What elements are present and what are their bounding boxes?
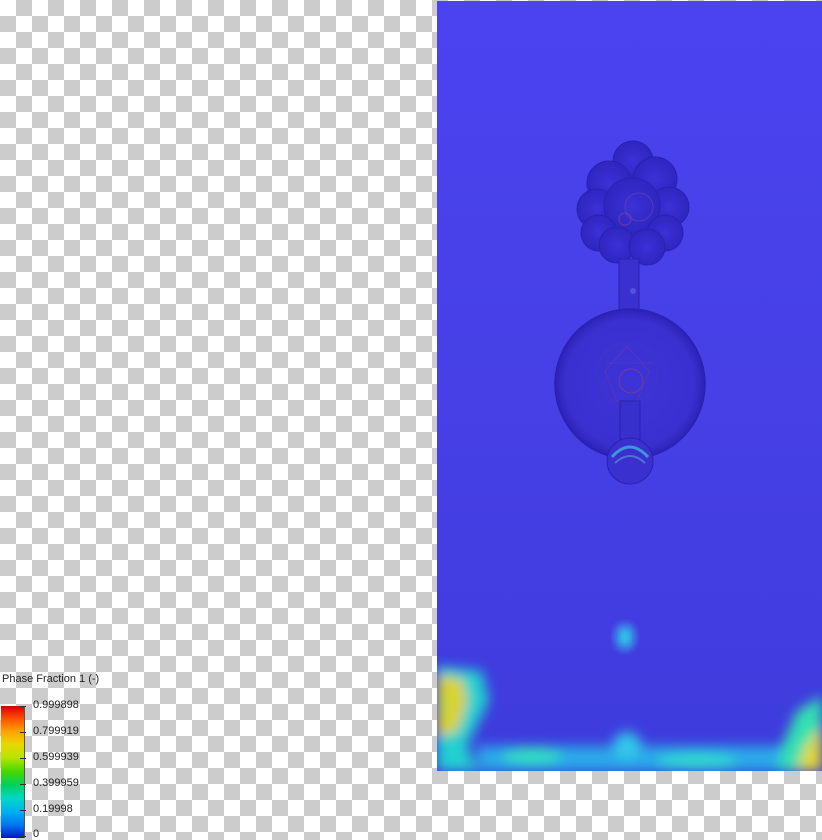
legend-label: 0.399959 (33, 777, 79, 789)
bottom-phase-layer (437, 666, 822, 771)
color-legend: Phase Fraction 1 (-) 0.999898 0.799919 0… (0, 670, 120, 840)
sphere-cluster (576, 140, 690, 266)
simulation-render (437, 140, 822, 771)
legend-tick (20, 758, 26, 759)
legend-label: 0.799919 (33, 725, 79, 737)
legend-label-max: 0.999898 (33, 699, 79, 711)
large-sphere (554, 308, 706, 460)
legend-tick (20, 706, 26, 707)
legend-title: Phase Fraction 1 (-) (2, 673, 100, 685)
legend-tick (20, 810, 26, 811)
legend-label: 0.599939 (33, 751, 79, 763)
legend-label: 0.19998 (33, 803, 73, 815)
legend-colorbar (1, 706, 25, 838)
legend-tick (20, 732, 26, 733)
simulation-viewport[interactable] (437, 1, 822, 771)
small-sphere (606, 437, 654, 485)
legend-tick (20, 784, 26, 785)
legend-tick (20, 836, 26, 837)
droplet (613, 622, 637, 652)
legend-label-min: 0 (33, 828, 40, 840)
